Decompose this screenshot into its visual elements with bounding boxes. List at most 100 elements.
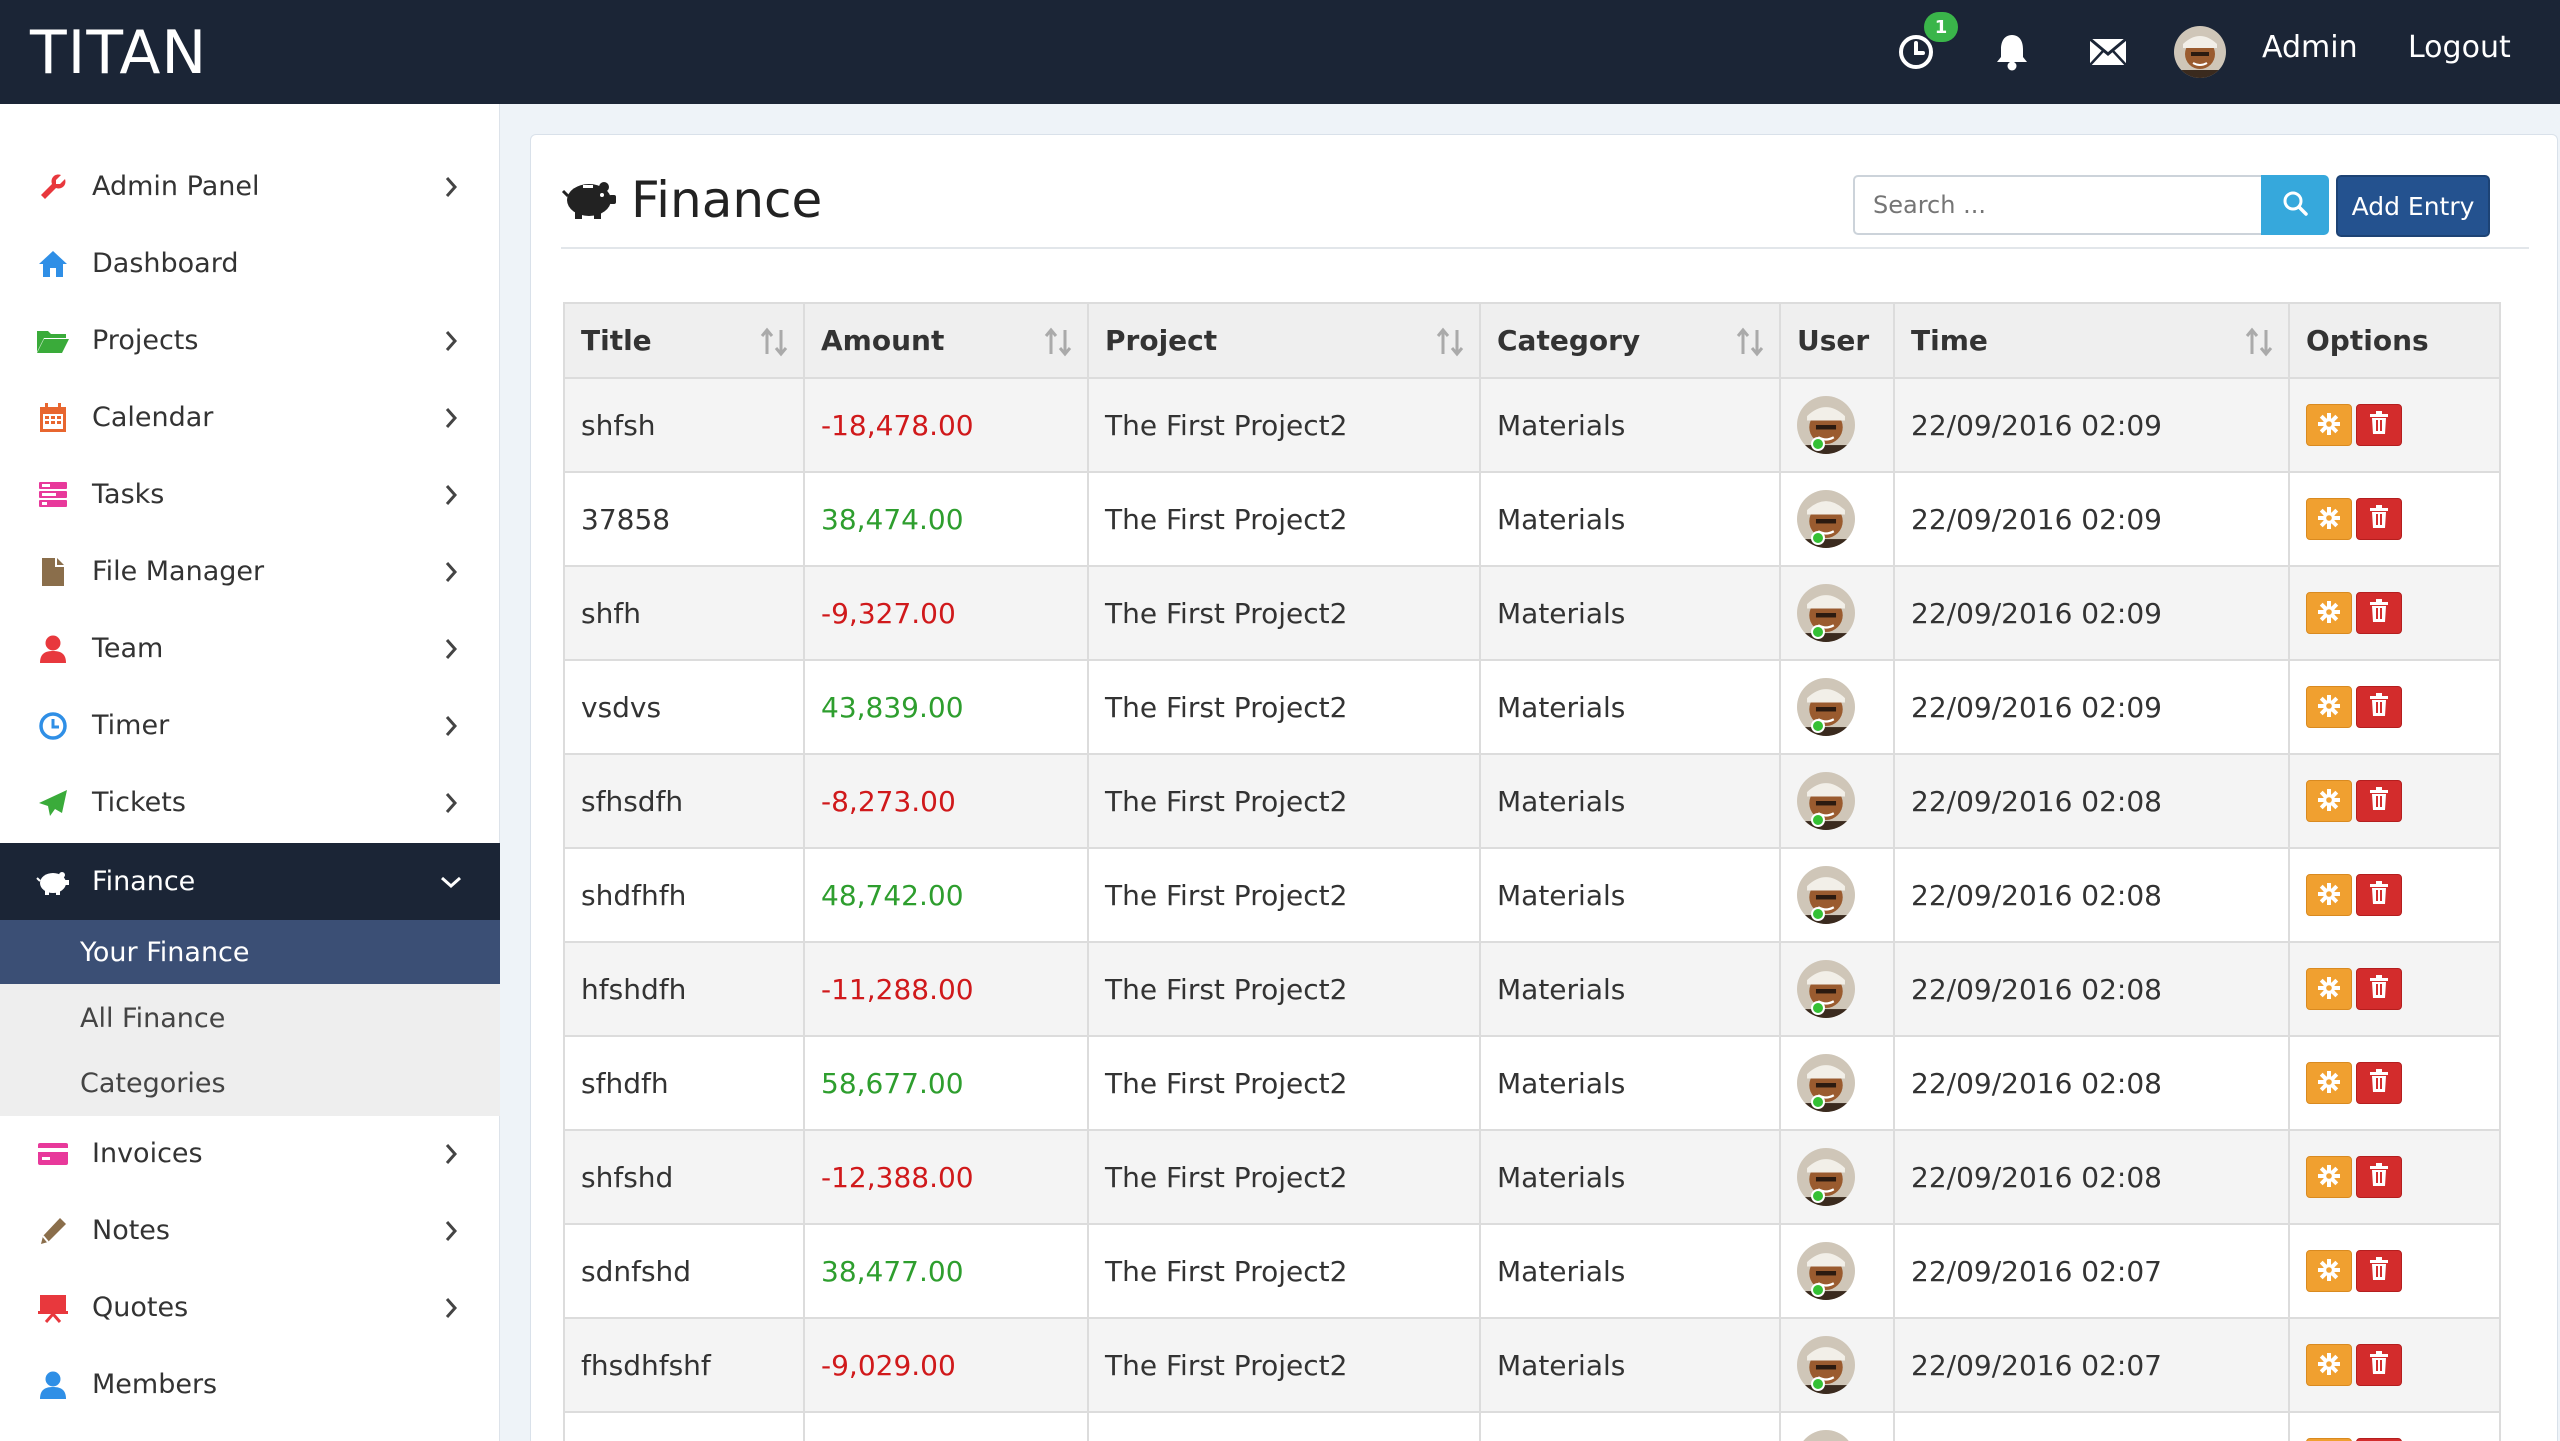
cell-project[interactable]: The First Project2 <box>1087 1317 1481 1413</box>
bell-icon[interactable] <box>1988 28 2036 76</box>
cell-project[interactable]: The First Project2 <box>1087 847 1481 943</box>
user-avatar[interactable] <box>1797 1148 1855 1206</box>
gear-icon <box>2318 973 2340 1006</box>
cell-project[interactable]: The First Project2 <box>1087 471 1481 567</box>
sidebar-item-invoices[interactable]: Invoices <box>0 1115 500 1192</box>
submenu-categories[interactable]: Categories <box>0 1051 500 1115</box>
search-input[interactable] <box>1853 175 2265 235</box>
envelope-icon[interactable] <box>2084 28 2132 76</box>
edit-button[interactable] <box>2306 592 2352 634</box>
delete-button[interactable] <box>2356 1156 2402 1198</box>
edit-button[interactable] <box>2306 404 2352 446</box>
cell-project[interactable]: The First Project2 <box>1087 1129 1481 1225</box>
table-row[interactable]: sfhsdfh -8,273.00 The First Project2 Materi… <box>563 753 2501 849</box>
cell-time: 22/09/2016 02:09 <box>1893 565 2290 661</box>
edit-button[interactable] <box>2306 1344 2352 1386</box>
user-avatar[interactable] <box>1797 1054 1855 1112</box>
delete-button[interactable] <box>2356 1062 2402 1104</box>
delete-button[interactable] <box>2356 498 2402 540</box>
sidebar-item-notes[interactable]: Notes <box>0 1192 500 1269</box>
table-row[interactable]: sfhdfh 58,677.00 The First Project2 Materia… <box>563 1035 2501 1131</box>
cell-project[interactable]: The First Project2 <box>1087 753 1481 849</box>
cell-project[interactable]: The First Project2 <box>1087 1223 1481 1319</box>
submenu-your-finance[interactable]: Your Finance <box>0 920 500 984</box>
sidebar-item-dashboard[interactable]: Dashboard <box>0 225 500 302</box>
edit-button[interactable] <box>2306 780 2352 822</box>
sort-icon[interactable] <box>2244 326 2274 358</box>
edit-button[interactable] <box>2306 1156 2352 1198</box>
sidebar-item-calendar[interactable]: Calendar <box>0 379 500 456</box>
cell-project[interactable]: The First Project2 <box>1087 941 1481 1037</box>
cell-project[interactable] <box>1087 1411 1481 1441</box>
column-header-title[interactable]: Title <box>563 302 805 379</box>
logout-link[interactable]: Logout <box>2408 30 2511 65</box>
delete-button[interactable] <box>2356 968 2402 1010</box>
sidebar-item-tasks[interactable]: Tasks <box>0 456 500 533</box>
search-button[interactable] <box>2261 175 2329 235</box>
table-row[interactable]: shdfhfh 48,742.00 The First Project2 Materi… <box>563 847 2501 943</box>
user-avatar[interactable] <box>1797 960 1855 1018</box>
table-row[interactable]: vsdvs 43,839.00 The First Project2 Material… <box>563 659 2501 755</box>
user-avatar[interactable] <box>1797 1336 1855 1394</box>
sidebar-item-quotes[interactable]: Quotes <box>0 1269 500 1346</box>
column-header-time[interactable]: Time <box>1893 302 2290 379</box>
table-row[interactable]: fhsdhfshf -9,029.00 The First Project2 Mate… <box>563 1317 2501 1413</box>
sidebar-item-file-manager[interactable]: File Manager <box>0 533 500 610</box>
edit-button[interactable] <box>2306 1250 2352 1292</box>
table-row[interactable] <box>563 1411 2501 1441</box>
submenu-all-finance[interactable]: All Finance <box>0 986 500 1050</box>
table-row[interactable]: shfshd -12,388.00 The First Project2 Materi… <box>563 1129 2501 1225</box>
sort-icon[interactable] <box>1735 326 1765 358</box>
sidebar-item-finance[interactable]: Finance <box>0 843 500 920</box>
sort-icon[interactable] <box>759 326 789 358</box>
sort-icon[interactable] <box>1043 326 1073 358</box>
delete-button[interactable] <box>2356 686 2402 728</box>
user-avatar[interactable] <box>1797 490 1855 548</box>
delete-button[interactable] <box>2356 404 2402 446</box>
delete-button[interactable] <box>2356 1250 2402 1292</box>
online-status-dot <box>1811 1095 1825 1109</box>
user-avatar[interactable] <box>1797 772 1855 830</box>
table-row[interactable]: hfshdfh -11,288.00 The First Project2 Mater… <box>563 941 2501 1037</box>
table-row[interactable]: 37858 38,474.00 The First Project2 Material… <box>563 471 2501 567</box>
sidebar-item-projects[interactable]: Projects <box>0 302 500 379</box>
edit-button[interactable] <box>2306 686 2352 728</box>
table-row[interactable]: shfsh -18,478.00 The First Project2 Materia… <box>563 377 2501 473</box>
column-header-project[interactable]: Project <box>1087 302 1481 379</box>
user-avatar[interactable] <box>2174 26 2226 78</box>
delete-button[interactable] <box>2356 874 2402 916</box>
sidebar-item-admin-panel[interactable]: Admin Panel <box>0 148 500 225</box>
cell-project[interactable]: The First Project2 <box>1087 1035 1481 1131</box>
column-header-amount[interactable]: Amount <box>803 302 1089 379</box>
delete-button[interactable] <box>2356 1344 2402 1386</box>
sidebar-item-team[interactable]: Team <box>0 610 500 687</box>
sidebar-item-tickets[interactable]: Tickets <box>0 764 500 841</box>
table-row[interactable]: sdnfshd 38,477.00 The First Project2 Materi… <box>563 1223 2501 1319</box>
user-avatar[interactable] <box>1797 1430 1855 1441</box>
edit-button[interactable] <box>2306 1062 2352 1104</box>
table-row[interactable]: shfh -9,327.00 The First Project2 Materials… <box>563 565 2501 661</box>
brand-logo[interactable]: TITAN <box>30 18 207 88</box>
sidebar-item-timer[interactable]: Timer <box>0 687 500 764</box>
cell-project[interactable]: The First Project2 <box>1087 565 1481 661</box>
delete-button[interactable] <box>2356 592 2402 634</box>
user-avatar[interactable] <box>1797 678 1855 736</box>
edit-button[interactable] <box>2306 498 2352 540</box>
edit-button[interactable] <box>2306 968 2352 1010</box>
user-avatar[interactable] <box>1797 1242 1855 1300</box>
user-avatar[interactable] <box>1797 866 1855 924</box>
user-name-link[interactable]: Admin <box>2262 30 2358 65</box>
cell-project[interactable]: The First Project2 <box>1087 377 1481 473</box>
edit-button[interactable] <box>2306 874 2352 916</box>
chevron-right-icon <box>438 405 464 431</box>
cell-options <box>2288 659 2501 755</box>
column-header-category[interactable]: Category <box>1479 302 1781 379</box>
cell-project[interactable]: The First Project2 <box>1087 659 1481 755</box>
sort-icon[interactable] <box>1435 326 1465 358</box>
sidebar-item-members[interactable]: Members <box>0 1346 500 1423</box>
delete-button[interactable] <box>2356 780 2402 822</box>
cell-category: Materials <box>1479 753 1781 849</box>
user-avatar[interactable] <box>1797 396 1855 454</box>
user-avatar[interactable] <box>1797 584 1855 642</box>
add-entry-button[interactable]: Add Entry <box>2336 175 2490 237</box>
